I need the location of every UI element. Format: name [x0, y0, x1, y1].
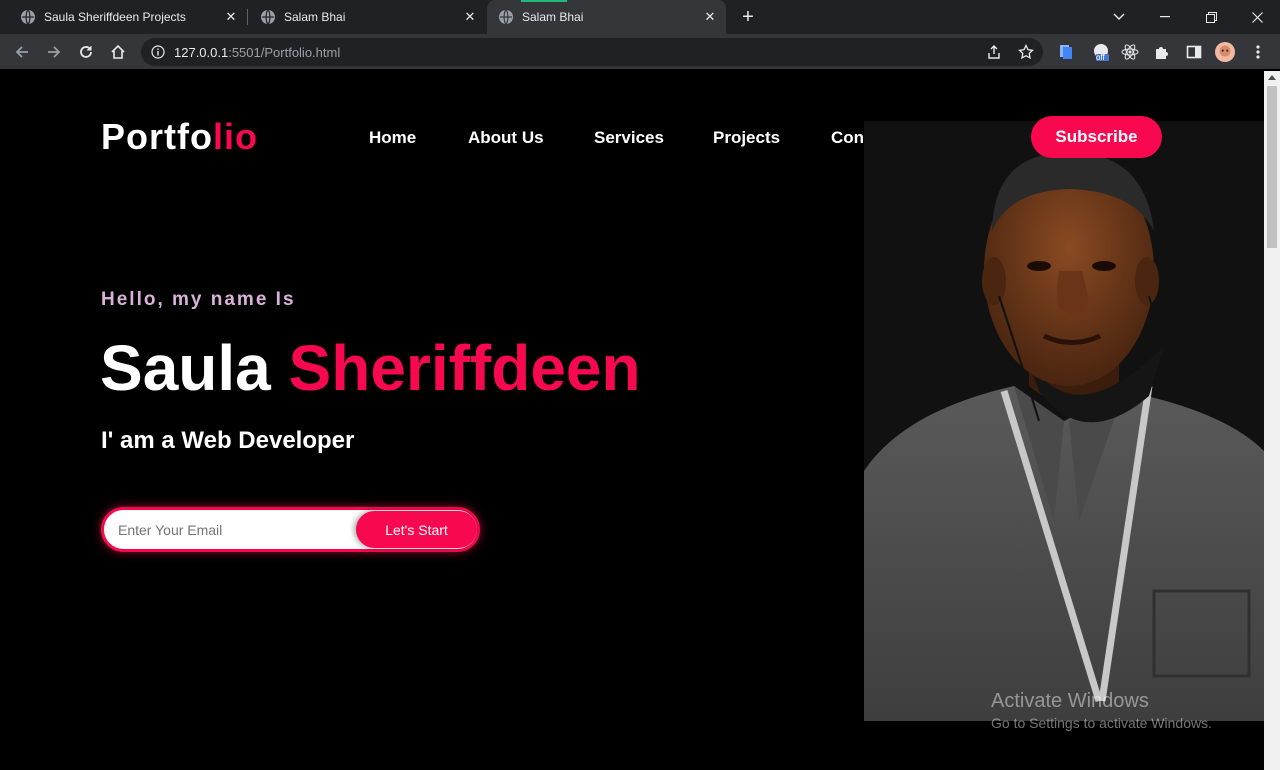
lets-start-button[interactable]: Let's Start [356, 511, 477, 548]
tab-title: Saula Sheriffdeen Projects [44, 10, 186, 24]
hero-greeting: Hello, my name Is [101, 289, 296, 310]
side-panel-icon[interactable] [1184, 42, 1204, 62]
logo-main-text: Portfo [101, 116, 213, 157]
profile-avatar[interactable] [1215, 42, 1235, 62]
subscribe-button[interactable]: Subscribe [1031, 116, 1162, 158]
site-info-icon[interactable] [151, 45, 165, 59]
url-path: :5501/Portfolio.html [228, 45, 341, 60]
scrollbar-thumb[interactable] [1267, 86, 1277, 248]
minimize-icon[interactable] [1142, 0, 1188, 34]
browser-menu-icon[interactable] [1248, 42, 1268, 62]
watermark-title: Activate Windows [991, 690, 1149, 712]
extension-docs-icon[interactable] [1056, 42, 1076, 62]
nav-projects[interactable]: Projects [713, 128, 780, 148]
tab-active-indicator [521, 0, 567, 2]
nav-services[interactable]: Services [594, 128, 664, 148]
extension-off-icon[interactable]: off [1091, 42, 1111, 62]
globe-icon [21, 9, 35, 25]
reload-icon[interactable] [74, 40, 98, 64]
home-icon[interactable] [106, 40, 130, 64]
hero-first-name: Saula [100, 332, 271, 404]
hero-role: I' am a Web Developer [101, 427, 355, 454]
globe-icon [261, 9, 275, 25]
url-text: 127.0.0.1:5501/Portfolio.html [174, 45, 340, 60]
extensions-puzzle-icon[interactable] [1152, 42, 1172, 62]
nav-home[interactable]: Home [369, 128, 416, 148]
hero-name: Saula Sheriffdeen [100, 331, 641, 405]
extension-badge: off [1096, 53, 1105, 62]
logo-accent-text: lio [212, 116, 258, 157]
share-icon[interactable] [986, 44, 1002, 60]
url-host: 127.0.0.1 [174, 45, 229, 60]
email-signup-form: Let's Start [101, 507, 480, 552]
tab-salam-bhai-1[interactable]: Salam Bhai ✕ [248, 0, 486, 34]
close-window-icon[interactable] [1234, 0, 1280, 34]
close-tab-icon[interactable]: ✕ [702, 9, 718, 25]
tab-search-icon[interactable] [1096, 0, 1142, 34]
new-tab-button[interactable]: + [738, 7, 758, 27]
page-scrollbar[interactable] [1264, 71, 1280, 770]
site-logo[interactable]: Portfolio [101, 116, 258, 158]
close-tab-icon[interactable]: ✕ [223, 9, 239, 25]
tab-title: Salam Bhai [522, 10, 584, 24]
profile-photo [864, 121, 1264, 721]
email-input[interactable] [118, 520, 338, 540]
address-bar[interactable]: 127.0.0.1:5501/Portfolio.html [141, 38, 1043, 66]
tab-salam-bhai-active[interactable]: Salam Bhai ✕ [487, 0, 726, 34]
back-icon[interactable] [10, 40, 34, 64]
nav-about-us[interactable]: About Us [468, 128, 544, 148]
scroll-up-arrow-icon[interactable] [1268, 75, 1276, 80]
react-devtools-icon[interactable] [1120, 42, 1140, 62]
bookmark-star-icon[interactable] [1018, 44, 1034, 60]
browser-toolbar: 127.0.0.1:5501/Portfolio.html off [0, 34, 1280, 70]
tab-title: Salam Bhai [284, 10, 346, 24]
forward-icon[interactable] [42, 40, 66, 64]
close-tab-icon[interactable]: ✕ [462, 9, 478, 25]
globe-icon [499, 9, 513, 25]
windows-activation-watermark: Activate Windows Go to Settings to activ… [991, 690, 1212, 731]
watermark-subtitle: Go to Settings to activate Windows. [991, 715, 1212, 731]
tab-saula-projects[interactable]: Saula Sheriffdeen Projects ✕ [0, 0, 247, 34]
page-content: Portfolio Home About Us Services Project… [0, 71, 1264, 770]
restore-icon[interactable] [1188, 0, 1234, 34]
tab-strip: Saula Sheriffdeen Projects ✕ Salam Bhai … [0, 0, 1280, 34]
hero-last-name: Sheriffdeen [288, 332, 641, 404]
